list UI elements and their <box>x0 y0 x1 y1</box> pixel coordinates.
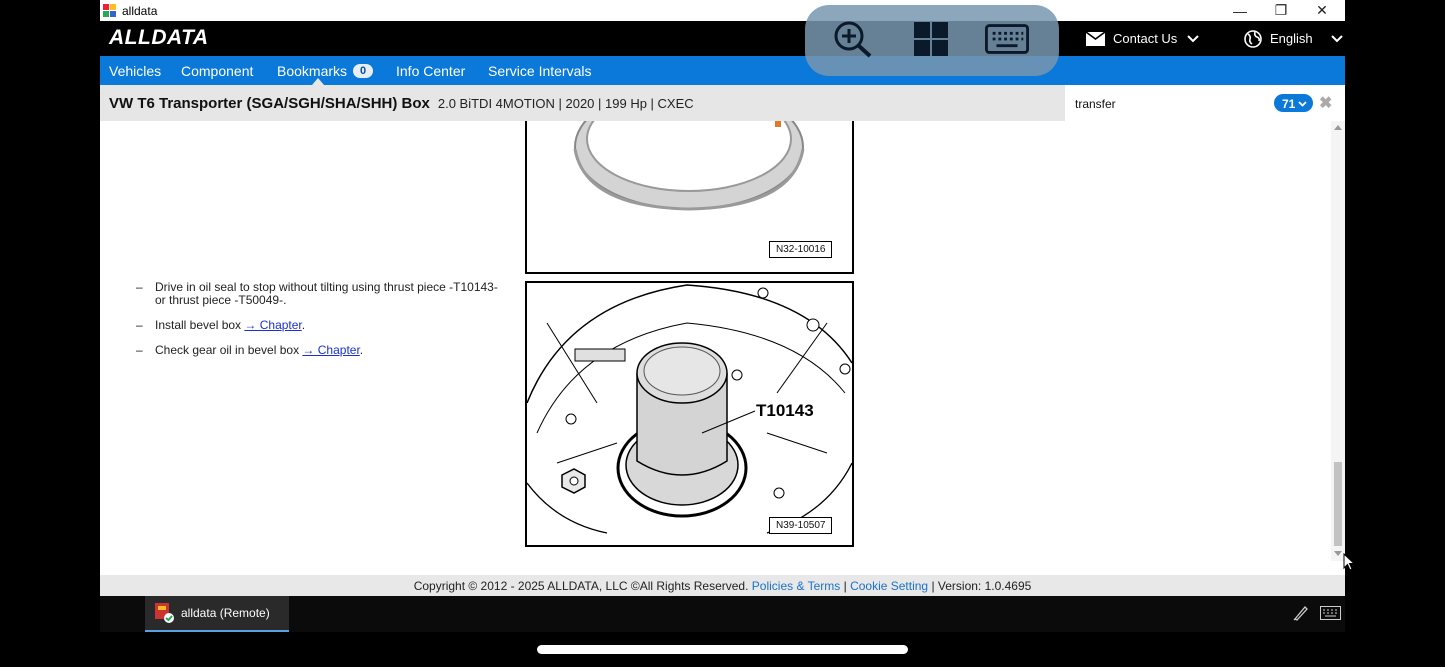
window-titlebar: alldata — ❐ ✕ <box>100 0 1345 21</box>
step-dash: – <box>136 280 143 294</box>
main-nav: Vehicles Component Bookmarks 0 Info Cent… <box>100 56 1345 85</box>
scroll-down-arrow-icon[interactable] <box>1334 551 1342 556</box>
step-text: Drive in oil seal to stop without tiltin… <box>155 280 498 307</box>
screen: alldata — ❐ ✕ ALLDATA Contact Us English <box>0 0 1445 667</box>
figure-oil-seal: N32-10016 <box>525 121 854 274</box>
figure-label: N39-10507 <box>769 517 833 534</box>
home-indicator <box>537 645 908 654</box>
copyright-text: Copyright © 2012 - 2025 ALLDATA, LLC ©Al… <box>413 578 749 593</box>
chevron-down-icon <box>1187 34 1200 42</box>
tool-callout: T10143 <box>756 401 814 420</box>
language-label: English <box>1270 31 1313 46</box>
remote-toolbar <box>805 5 1059 76</box>
search-result-count[interactable]: 71 <box>1274 94 1314 112</box>
search-query[interactable]: transfer <box>1075 97 1116 111</box>
step-text: Check gear oil in bevel box <box>155 343 303 357</box>
app-icon <box>103 3 117 18</box>
scroll-up-arrow-icon[interactable] <box>1334 125 1342 130</box>
keyboard-icon[interactable] <box>985 19 1029 59</box>
app-header: ALLDATA Contact Us English <box>100 21 1345 56</box>
close-icon[interactable]: ✖ <box>1319 93 1332 113</box>
chapter-link[interactable]: → Chapter <box>302 343 359 357</box>
procedure-step: – Install bevel box → Chapter. <box>136 319 506 332</box>
procedure-steps: – Drive in oil seal to stop without tilt… <box>136 281 506 369</box>
active-tab-indicator <box>312 78 324 85</box>
procedure-step: – Check gear oil in bevel box → Chapter. <box>136 344 506 357</box>
taskbar-item-alldata[interactable]: alldata (Remote) <box>145 596 289 632</box>
nav-component[interactable]: Component <box>181 56 253 85</box>
article-content: – Drive in oil seal to stop without tilt… <box>100 121 1065 575</box>
version-text: | Version: 1.0.4695 <box>931 578 1032 593</box>
mouse-cursor-icon <box>1343 553 1355 571</box>
window-title: alldata <box>122 3 158 18</box>
restore-button[interactable]: ❐ <box>1261 0 1301 21</box>
nav-bookmarks-label: Bookmarks <box>277 62 348 79</box>
figure-thrust-piece: T10143 N39-10507 <box>525 281 854 547</box>
step-text: Install bevel box <box>155 318 245 332</box>
nav-bookmarks[interactable]: Bookmarks 0 <box>277 56 374 85</box>
nav-info-center[interactable]: Info Center <box>396 56 465 85</box>
bookmarks-count-badge: 0 <box>353 63 374 78</box>
language-menu[interactable]: English <box>1244 21 1351 56</box>
nav-service-intervals[interactable]: Service Intervals <box>488 56 591 85</box>
step-text-end: . <box>301 318 306 332</box>
vehicle-bar: VW T6 Transporter (SGA/SGH/SHA/SHH) Box … <box>100 85 1065 121</box>
chevron-down-icon <box>1330 34 1343 42</box>
figure-label: N32-10016 <box>769 241 833 258</box>
vehicle-spec: 2.0 BiTDI 4MOTION | 2020 | 199 Hp | CXEC <box>437 95 694 111</box>
alldata-logo[interactable]: ALLDATA <box>109 26 209 50</box>
nav-vehicles[interactable]: Vehicles <box>109 56 161 85</box>
taskbar-item-label: alldata (Remote) <box>181 606 270 620</box>
pen-icon[interactable] <box>1293 605 1309 626</box>
remote-app-icon <box>155 603 175 623</box>
scroll-thumb[interactable] <box>1334 462 1342 546</box>
zoom-in-icon[interactable] <box>831 19 875 59</box>
search-panel: transfer 71 ✖ <box>1065 85 1345 575</box>
chevron-down-icon <box>1298 100 1307 107</box>
step-dash: – <box>136 343 143 357</box>
policies-link[interactable]: Policies & Terms <box>752 579 840 593</box>
contact-us-menu[interactable]: Contact Us <box>1086 21 1207 56</box>
cookie-setting-link[interactable]: Cookie Setting <box>850 579 928 593</box>
search-count-value: 71 <box>1282 96 1296 111</box>
taskbar: alldata (Remote) <box>100 596 1345 632</box>
footer-separator: | <box>843 578 847 593</box>
grid-icon[interactable] <box>909 19 953 59</box>
mail-icon <box>1086 31 1105 46</box>
globe-icon <box>1244 29 1262 48</box>
footer: Copyright © 2012 - 2025 ALLDATA, LLC ©Al… <box>100 575 1345 596</box>
procedure-step: – Drive in oil seal to stop without tilt… <box>136 281 506 307</box>
step-text-end: . <box>359 343 364 357</box>
close-window-button[interactable]: ✕ <box>1302 0 1342 21</box>
chapter-link[interactable]: → Chapter <box>244 318 301 332</box>
vehicle-name: VW T6 Transporter (SGA/SGH/SHA/SHH) Box <box>109 94 430 112</box>
minimize-button[interactable]: — <box>1220 0 1260 21</box>
keyboard-icon[interactable] <box>1320 606 1341 625</box>
step-dash: – <box>136 318 143 332</box>
contact-us-label: Contact Us <box>1113 31 1178 46</box>
scrollbar[interactable] <box>1331 121 1345 561</box>
